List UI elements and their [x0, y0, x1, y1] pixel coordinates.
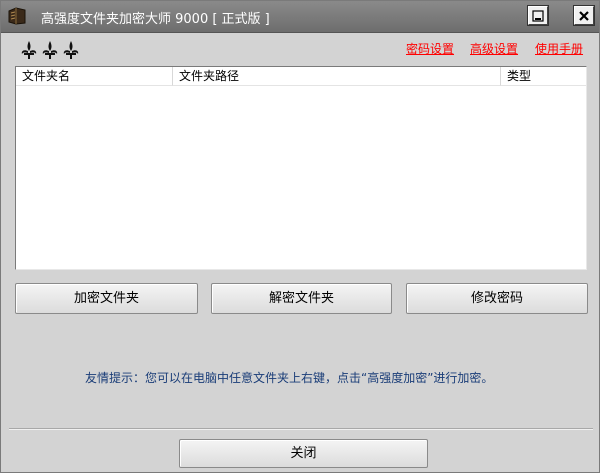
- close-icon: [579, 11, 589, 21]
- fleur-de-lis-logo: [19, 39, 83, 61]
- separator-line: [9, 428, 593, 430]
- minimize-icon: [532, 10, 544, 22]
- app-window: 高强度文件夹加密大师 9000 [ 正式版 ] 密码设置 高级设置 使用手册 文…: [0, 0, 600, 473]
- encrypt-folder-button[interactable]: 加密文件夹: [15, 283, 198, 314]
- user-manual-link[interactable]: 使用手册: [535, 40, 583, 57]
- password-settings-link[interactable]: 密码设置: [406, 40, 454, 57]
- folder-app-icon: [7, 7, 27, 25]
- column-header-type[interactable]: 类型: [501, 67, 586, 86]
- list-header: 文件夹名 文件夹路径 类型: [16, 67, 586, 87]
- close-window-button[interactable]: [573, 5, 595, 26]
- close-button[interactable]: 关闭: [179, 439, 428, 468]
- window-title: 高强度文件夹加密大师 9000 [ 正式版 ]: [41, 12, 270, 27]
- column-header-folder-name[interactable]: 文件夹名: [16, 67, 173, 86]
- column-header-folder-path[interactable]: 文件夹路径: [173, 67, 501, 86]
- folder-list[interactable]: 文件夹名 文件夹路径 类型: [15, 66, 587, 270]
- title-bar[interactable]: 高强度文件夹加密大师 9000 [ 正式版 ]: [1, 1, 599, 33]
- decrypt-folder-button[interactable]: 解密文件夹: [211, 283, 392, 314]
- minimize-button[interactable]: [527, 5, 549, 26]
- advanced-settings-link[interactable]: 高级设置: [470, 40, 518, 57]
- friendly-tip: 友情提示：您可以在电脑中任意文件夹上右键，点击“高强度加密”进行加密。: [85, 371, 494, 385]
- change-password-button[interactable]: 修改密码: [406, 283, 588, 314]
